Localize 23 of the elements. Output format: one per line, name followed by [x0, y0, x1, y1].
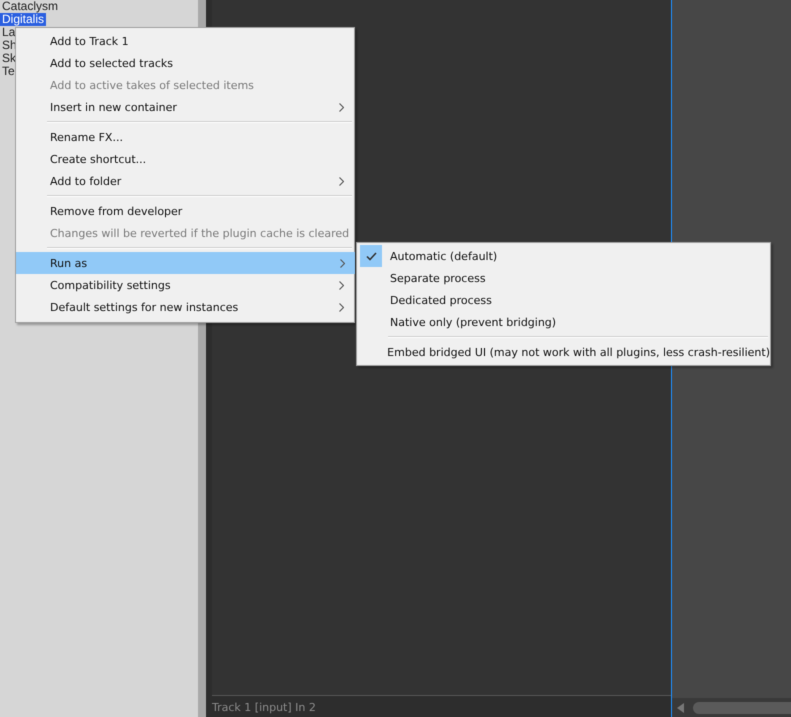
menu-item[interactable]: Default settings for new instances	[16, 296, 354, 318]
fx-list-item[interactable]: Te	[0, 65, 15, 78]
fx-list-item[interactable]: La	[0, 26, 16, 39]
scroll-left-icon[interactable]	[677, 702, 685, 712]
menu-item[interactable]: Separate process	[357, 267, 770, 289]
fx-list-item[interactable]: Cataclysm	[0, 0, 58, 13]
fx-list-item[interactable]: Sk	[0, 52, 16, 65]
menu-item[interactable]: Automatic (default)	[357, 245, 770, 267]
menu-item[interactable]: Dedicated process	[357, 289, 770, 311]
menu-item[interactable]: Rename FX...	[16, 126, 354, 148]
menu-item[interactable]: Compatibility settings	[16, 274, 354, 296]
fx-list-item[interactable]: Digitalis	[0, 13, 46, 26]
menu-item[interactable]: Add to Track 1	[16, 30, 354, 52]
menu-item[interactable]: Native only (prevent bridging)	[357, 311, 770, 333]
scrollbar-thumb[interactable]	[693, 702, 791, 714]
menu-item[interactable]: Create shortcut...	[16, 148, 354, 170]
status-text: Track 1 [input] In 2	[212, 701, 316, 714]
menu-item[interactable]: Remove from developer	[16, 200, 354, 222]
menu-item[interactable]: Add to folder	[16, 170, 354, 192]
menu-item[interactable]: Add to selected tracks	[16, 52, 354, 74]
menu-item[interactable]: Insert in new container	[16, 96, 354, 118]
menu-item[interactable]: Embed bridged UI (may not work with all plugins, less crash-resilient)	[357, 341, 770, 363]
menu-item[interactable]: Run as	[16, 252, 355, 274]
